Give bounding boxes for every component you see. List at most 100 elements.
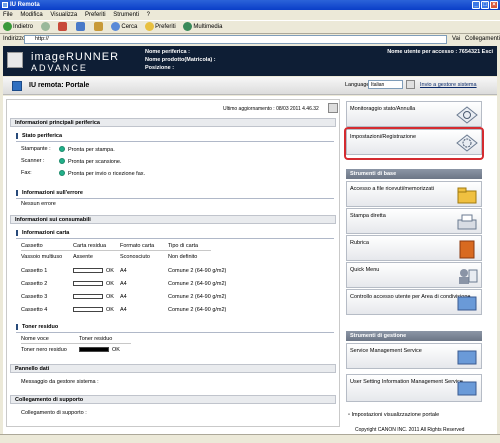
status-printer-label: Stampante :	[21, 146, 51, 152]
eye-icon	[456, 106, 478, 124]
menu-help[interactable]: ?	[147, 12, 150, 18]
address-input[interactable]: http://	[24, 35, 447, 44]
device-header: imageRUNNER ADVANCE Nome periferica : No…	[3, 46, 497, 76]
error-info-title: Informazioni sull'errore	[16, 190, 83, 196]
paper-type: Comune 2 (64-90 g/m2)	[168, 307, 227, 313]
search-button[interactable]: Cerca	[111, 21, 137, 31]
paper-ok: OK	[106, 294, 114, 300]
received-files-button[interactable]: Accesso a file ricevuti/memorizzati	[346, 181, 482, 207]
user-setting-window-icon	[457, 381, 477, 396]
paper-type: Comune 2 (64-90 g/m2)	[168, 268, 227, 274]
app-icon	[2, 2, 8, 8]
paper-header-type: Tipo di carta	[168, 243, 199, 249]
portal-subheader: IU remota: Portale Language: Italian Inv…	[3, 77, 497, 95]
management-tools-title: Strumenti di gestione	[346, 331, 482, 341]
direct-print-button[interactable]: Stampa diretta	[346, 208, 482, 234]
multimedia-button[interactable]: Multimedia	[183, 21, 222, 31]
logout-link[interactable]: Esci	[482, 49, 493, 55]
back-button[interactable]: Indietro	[3, 21, 33, 31]
status-printer-value: Pronta per stampa.	[68, 147, 115, 153]
status-scanner-label: Scanner :	[21, 158, 45, 164]
window-title: IU Remota	[10, 2, 40, 8]
paper-info-title: Informazioni carta	[16, 230, 69, 236]
paper-tray-name: Cassetto 4	[21, 307, 48, 313]
paper-size: A4	[120, 281, 127, 287]
paper-size: A4	[120, 307, 127, 313]
paper-size: A4	[120, 268, 127, 274]
search-icon	[111, 21, 121, 31]
language-apply-button[interactable]	[406, 80, 415, 89]
favorites-button[interactable]: Preferiti	[145, 21, 176, 31]
go-button[interactable]: Vai	[452, 34, 460, 45]
printer-icon	[457, 214, 477, 230]
page-title: IU remota: Portale	[29, 82, 90, 89]
printer-logo-icon	[7, 52, 23, 68]
paper-ok: OK	[106, 307, 114, 313]
portal-display-settings-link[interactable]: ▫ Impostazioni visualizzazione portale	[348, 412, 439, 418]
close-button[interactable]: ×	[490, 1, 498, 9]
user-access-control-button[interactable]: Controllo accesso utente per Area di con…	[346, 289, 482, 315]
paper-remaining: Assente	[73, 254, 93, 260]
support-link-label: Collegamento di supporto :	[21, 410, 87, 416]
toner-level-bar	[79, 347, 109, 352]
logo-imagerunner: imageRUNNER	[31, 51, 120, 63]
paper-size: Sconosciuto	[120, 254, 150, 260]
device-name-label: Nome periferica :	[145, 49, 190, 55]
user-setting-service-button[interactable]: User Setting Information Management Serv…	[346, 374, 482, 402]
paper-ok: OK	[106, 281, 114, 287]
section-data-panel: Pannello dati	[10, 364, 336, 373]
error-value: Nessun errore	[21, 201, 56, 207]
multimedia-icon	[183, 21, 193, 31]
toner-header-name: Nome voce	[21, 336, 49, 342]
menu-file[interactable]: File	[3, 12, 13, 18]
refresh-icon	[76, 21, 86, 31]
stop-button[interactable]	[58, 21, 68, 31]
toner-black-name: Toner nero residuo	[21, 347, 67, 353]
menu-visualizza[interactable]: Visualizza	[50, 12, 77, 18]
service-management-button[interactable]: Service Management Service	[346, 343, 482, 369]
shared-area-icon	[457, 296, 477, 311]
status-scanner-value: Pronta per scansione.	[68, 159, 122, 165]
paper-type: Non definito	[168, 254, 198, 260]
quick-menu-button[interactable]: Quick Menu	[346, 262, 482, 288]
maximize-button[interactable]: □	[481, 1, 489, 9]
logo-advance: ADVANCE	[31, 63, 88, 73]
menu-strumenti[interactable]: Strumenti	[113, 12, 139, 18]
monitor-status-button[interactable]: Monitoraggio stato/Annulla	[346, 101, 482, 127]
portal-home-icon[interactable]	[12, 81, 22, 91]
paper-ok: OK	[106, 268, 114, 274]
section-main-info: Informazioni principali periferica	[10, 118, 336, 127]
copyright: Copyright CANON INC. 2011 All Rights Res…	[355, 427, 465, 433]
menu-preferiti[interactable]: Preferiti	[85, 12, 106, 18]
toner-header-remaining: Toner residuo	[79, 336, 113, 342]
admin-mail-link[interactable]: Invio a gestore sistema	[420, 82, 477, 88]
address-book-icon	[459, 240, 475, 259]
forward-button[interactable]	[40, 21, 51, 31]
menu-modifica[interactable]: Modifica	[20, 12, 42, 18]
status-fax-value: Pronta per invio o ricezione fax.	[68, 171, 146, 177]
section-consumables: Informazioni sui consumabili	[10, 215, 336, 224]
language-select[interactable]: Italian	[368, 80, 403, 89]
window-title-bar: IU Remota _ □ ×	[0, 0, 500, 10]
address-book-button[interactable]: Rubrica	[346, 235, 482, 261]
paper-level-bar	[73, 294, 103, 299]
device-info-panel: Ultimo aggiornamento : 08/03 2011 4.46.3…	[6, 99, 340, 427]
home-icon	[93, 21, 103, 31]
back-arrow-icon	[3, 21, 12, 31]
forward-arrow-icon	[40, 21, 50, 31]
address-bar: Indirizzo http:// Vai Collegamenti	[0, 34, 500, 45]
paper-size: A4	[120, 294, 127, 300]
menu-bar: File Modifica Visualizza Preferiti Strum…	[0, 10, 500, 20]
paper-level-bar	[73, 281, 103, 286]
refresh-button[interactable]	[76, 21, 86, 31]
refresh-page-icon[interactable]	[328, 103, 338, 113]
browser-toolbar: Indietro Cerca Preferiti Multimedia	[0, 20, 500, 34]
paper-type: Comune 2 (64-90 g/m2)	[168, 294, 227, 300]
home-button[interactable]	[93, 21, 104, 31]
toner-title: Toner residuo	[16, 324, 58, 330]
paper-tray-name: Cassetto 1	[21, 268, 48, 274]
position-label: Posizione :	[145, 65, 175, 71]
folder-icon	[457, 187, 477, 204]
links-label[interactable]: Collegamenti	[465, 34, 500, 45]
minimize-button[interactable]: _	[472, 1, 480, 9]
